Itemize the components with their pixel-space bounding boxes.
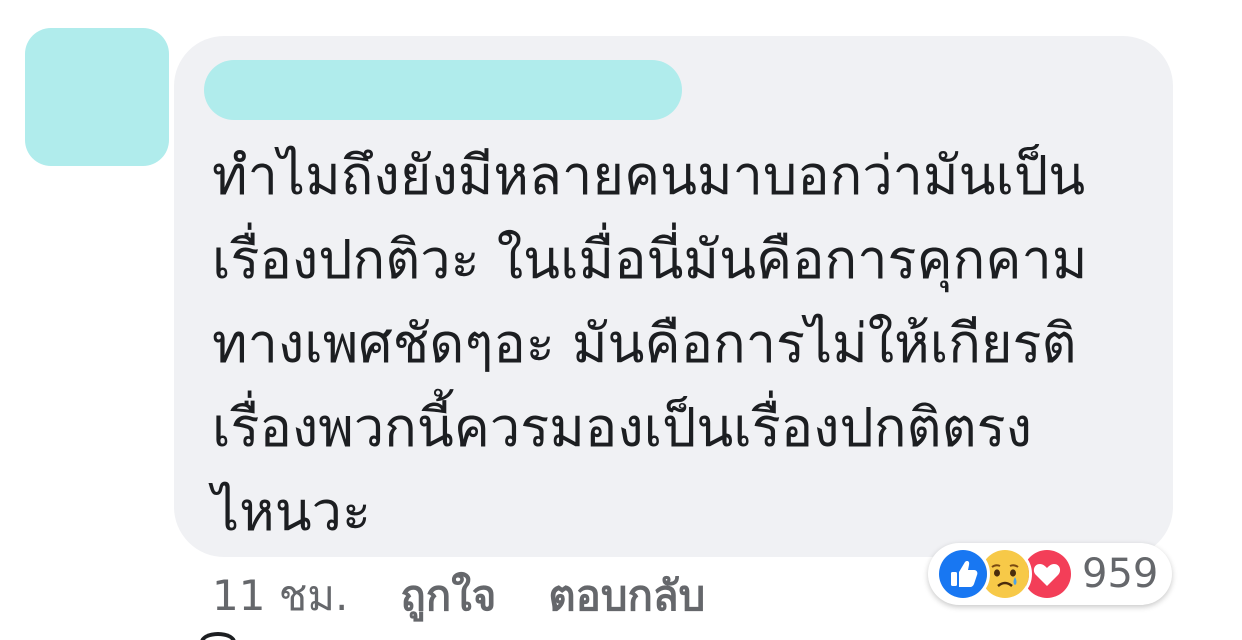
- comment-bubble: ทำไมถึงยังมีหลายคนมาบอกว่ามันเป็น เรื่อง…: [174, 36, 1173, 557]
- reaction-count: 959: [1082, 551, 1159, 597]
- like-icon: [936, 547, 990, 601]
- timestamp[interactable]: 11 ชม.: [212, 563, 348, 629]
- avatar[interactable]: [25, 28, 169, 166]
- comment-actions: 11 ชม. ถูกใจ ตอบกลับ: [212, 566, 757, 626]
- reply-indicator-icon: [200, 632, 236, 640]
- comment-container: ทำไมถึงยังมีหลายคนมาบอกว่ามันเป็น เรื่อง…: [0, 0, 1242, 640]
- author-name-redacted[interactable]: [204, 60, 682, 120]
- reactions-summary[interactable]: 959: [928, 543, 1173, 605]
- comment-text: ทำไมถึงยังมีหลายคนมาบอกว่ามันเป็น เรื่อง…: [212, 144, 1088, 543]
- reply-button[interactable]: ตอบกลับ: [548, 563, 705, 629]
- like-button[interactable]: ถูกใจ: [400, 563, 496, 629]
